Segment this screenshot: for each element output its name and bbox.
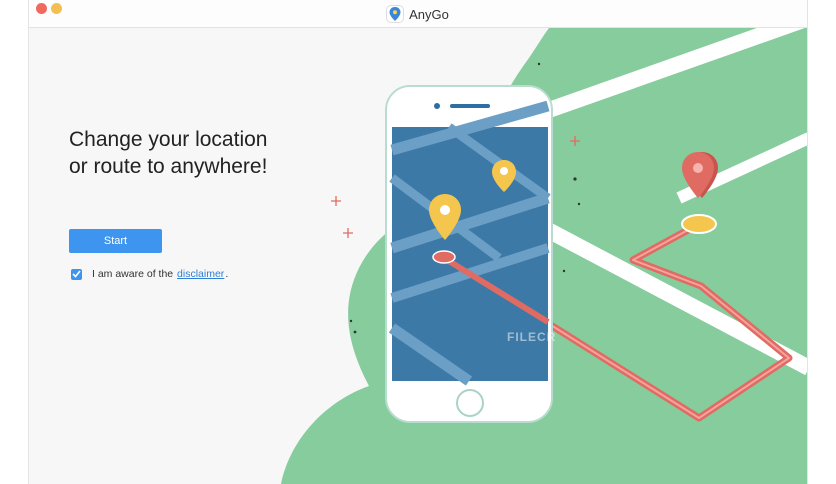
disclaimer-prefix: I am aware of the xyxy=(92,268,174,280)
destination-marker xyxy=(681,214,717,234)
disclaimer-suffix: . xyxy=(225,268,229,280)
map-pin-icon xyxy=(387,6,404,22)
watermark: FILECR xyxy=(507,330,557,344)
map-illustration xyxy=(281,28,807,484)
title-bar: AnyGo xyxy=(29,0,807,28)
checkmark-icon xyxy=(72,270,81,278)
window-title: AnyGo xyxy=(409,7,449,22)
phone-illustration xyxy=(385,85,553,423)
disclaimer-checkbox[interactable] xyxy=(71,268,82,280)
headline-line-2: or route to anywhere! xyxy=(69,155,268,178)
app-window: AnyGo Change your location or route to a… xyxy=(28,0,808,484)
start-button[interactable]: Start xyxy=(69,229,162,253)
disclaimer-row: I am aware of the disclaimer. xyxy=(71,267,228,281)
disclaimer-link[interactable]: disclaimer xyxy=(177,268,224,280)
window-title-area: AnyGo xyxy=(29,6,807,22)
home-button xyxy=(456,389,484,417)
main-content: Change your location or route to anywher… xyxy=(29,28,807,484)
headline: Change your location or route to anywher… xyxy=(69,126,267,180)
headline-line-1: Change your location xyxy=(69,128,268,151)
